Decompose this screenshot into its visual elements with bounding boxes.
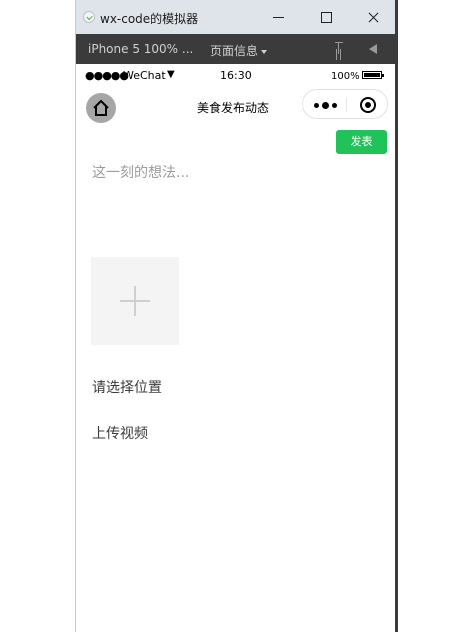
capsule-divider xyxy=(346,98,347,112)
simulator-window: wx-code的模拟器 iPhone 5 100% ... 页面信息 ●●●●●… xyxy=(75,0,396,632)
minimize-icon[interactable] xyxy=(256,0,302,34)
phone-status-bar: ●●●●● WeChat ▼ 16:30 100% xyxy=(76,64,396,86)
close-icon[interactable] xyxy=(350,0,396,34)
publish-button[interactable]: 发表 xyxy=(336,130,387,154)
window-title: wx-code的模拟器 xyxy=(100,12,199,26)
sound-icon[interactable] xyxy=(369,44,377,54)
simulator-toolbar: iPhone 5 100% ... 页面信息 xyxy=(76,34,396,64)
carrier-name: WeChat xyxy=(123,69,166,82)
page-title: 美食发布动态 xyxy=(197,101,270,115)
caret-down-icon xyxy=(261,49,268,54)
upload-video-button[interactable]: 上传视频 xyxy=(92,423,148,443)
maximize-icon[interactable] xyxy=(303,0,349,34)
wifi-icon: ▼ xyxy=(167,69,175,80)
choose-location-button[interactable]: 请选择位置 xyxy=(92,377,162,397)
page-info-label: 页面信息 xyxy=(210,44,259,58)
home-icon xyxy=(93,99,109,116)
status-time: 16:30 xyxy=(220,69,252,82)
window-edge xyxy=(395,0,398,632)
battery-percent: 100% xyxy=(331,71,360,82)
home-button[interactable] xyxy=(86,93,116,123)
more-dots-icon[interactable] xyxy=(314,102,344,109)
app-logo-icon xyxy=(83,11,95,23)
pin-icon[interactable] xyxy=(334,42,344,56)
thought-textarea[interactable]: 这一刻的想法... xyxy=(92,162,372,232)
mini-program-navbar: 美食发布动态 xyxy=(76,86,396,126)
add-image-button[interactable] xyxy=(91,257,179,345)
page-info-dropdown[interactable]: 页面信息 xyxy=(210,42,268,59)
device-select[interactable]: iPhone 5 100% ... xyxy=(88,42,193,56)
window-titlebar: wx-code的模拟器 xyxy=(76,0,396,34)
signal-strength: ●●●●● xyxy=(85,69,129,82)
capsule-menu xyxy=(302,89,388,119)
capsule-close-icon[interactable] xyxy=(360,97,376,113)
battery-icon xyxy=(362,71,384,79)
